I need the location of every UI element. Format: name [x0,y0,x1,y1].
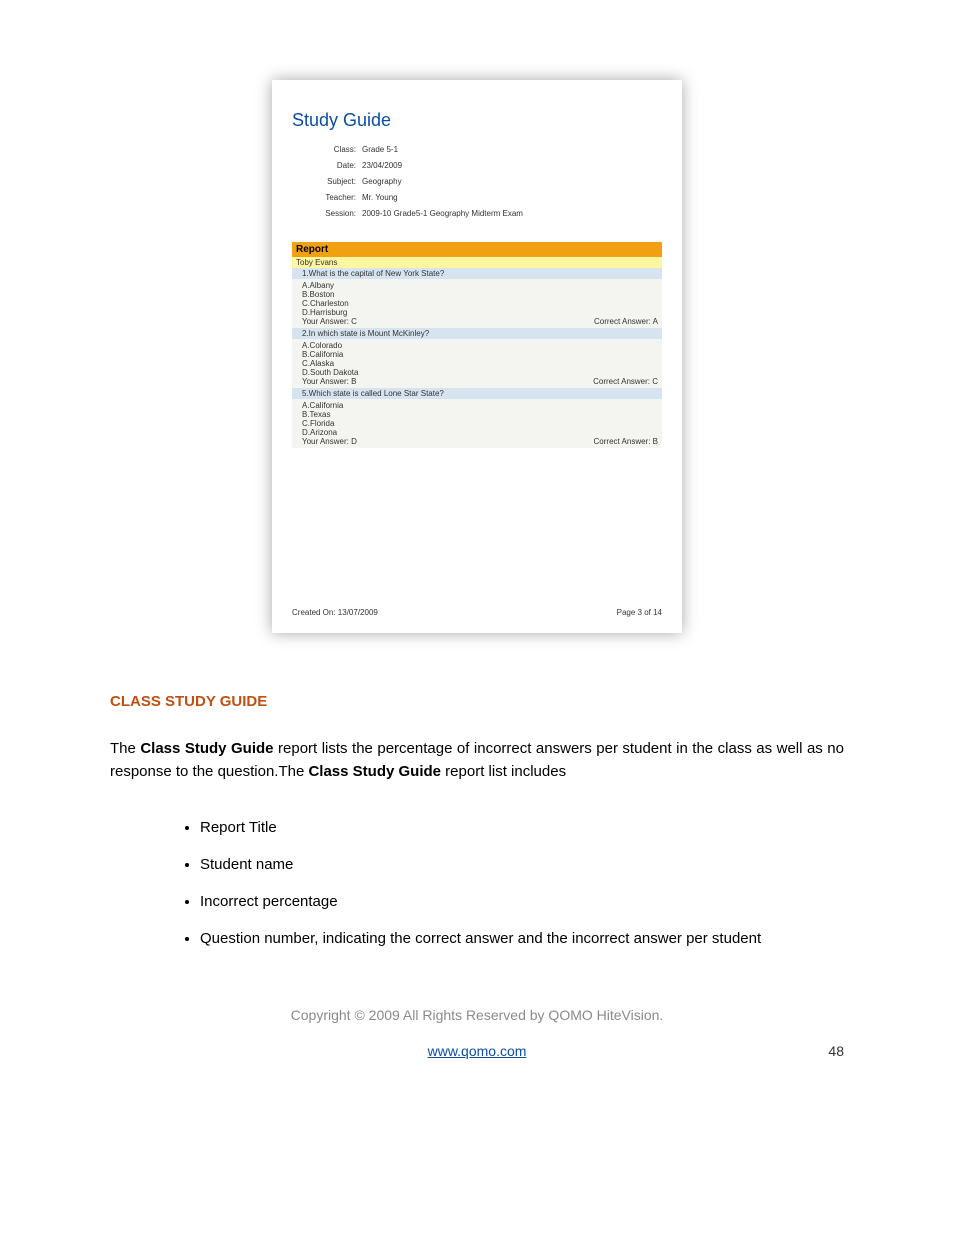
bullet-item: Incorrect percentage [200,893,844,910]
meta-value: 23/04/2009 [362,161,402,170]
meta-label: Subject: [306,177,362,186]
question-block-1: 1.What is the capital of New York State?… [292,268,662,328]
meta-value: 2009-10 Grade5-1 Geography Midterm Exam [362,209,523,218]
answer-footer: Your Answer: C Correct Answer: A [302,317,658,326]
meta-value: Geography [362,177,402,186]
study-guide-report-preview: Study Guide Class: Grade 5-1 Date: 23/04… [272,80,682,633]
option-d: D.Harrisburg [302,308,658,317]
meta-row-date: Date: 23/04/2009 [306,161,662,170]
meta-row-class: Class: Grade 5-1 [306,145,662,154]
answer-footer: Your Answer: B Correct Answer: C [302,377,658,386]
option-d: D.Arizona [302,428,658,437]
document-page: Study Guide Class: Grade 5-1 Date: 23/04… [0,0,954,1109]
your-answer: Your Answer: D [302,437,357,446]
option-b: B.Boston [302,290,658,299]
page-of: Page 3 of 14 [617,608,662,617]
answer-footer: Your Answer: D Correct Answer: B [302,437,658,446]
meta-row-teacher: Teacher: Mr. Young [306,193,662,202]
bullet-item: Question number, indicating the correct … [200,930,844,947]
text-segment: report list includes [441,763,566,780]
meta-value: Mr. Young [362,193,398,202]
bullet-item: Student name [200,856,844,873]
website-link[interactable]: www.qomo.com [428,1043,527,1059]
report-header: Report [292,242,662,257]
text-segment: The [110,740,140,757]
meta-row-session: Session: 2009-10 Grade5-1 Geography Midt… [306,209,662,218]
question-text: 1.What is the capital of New York State? [292,268,662,279]
page-number: 48 [828,1043,844,1059]
meta-label: Teacher: [306,193,362,202]
footer-row: www.qomo.com 48 [110,1043,844,1059]
meta-row-subject: Subject: Geography [306,177,662,186]
body-paragraph: The Class Study Guide report lists the p… [110,738,844,783]
meta-label: Class: [306,145,362,154]
option-b: B.California [302,350,658,359]
option-c: C.Charleston [302,299,658,308]
report-meta: Class: Grade 5-1 Date: 23/04/2009 Subjec… [306,145,662,218]
answer-block: A.Colorado B.California C.Alaska D.South… [292,339,662,388]
meta-value: Grade 5-1 [362,145,398,154]
bullet-item: Report Title [200,819,844,836]
answer-block: A.Albany B.Boston C.Charleston D.Harrisb… [292,279,662,328]
option-b: B.Texas [302,410,658,419]
option-c: C.Alaska [302,359,658,368]
copyright-footer: Copyright © 2009 All Rights Reserved by … [110,1007,844,1023]
question-block-2: 2.In which state is Mount McKinley? A.Co… [292,328,662,388]
question-block-3: 5.Which state is called Lone Star State?… [292,388,662,448]
meta-label: Session: [306,209,362,218]
answer-block: A.California B.Texas C.Florida D.Arizona… [292,399,662,448]
created-on: Created On: 13/07/2009 [292,608,378,617]
your-answer: Your Answer: C [302,317,357,326]
report-title: Study Guide [292,110,662,131]
bold-term: Class Study Guide [140,740,273,757]
correct-answer: Correct Answer: B [594,437,658,446]
option-a: A.Albany [302,281,658,290]
option-d: D.South Dakota [302,368,658,377]
report-footer: Created On: 13/07/2009 Page 3 of 14 [292,608,662,617]
option-a: A.Colorado [302,341,658,350]
question-text: 5.Which state is called Lone Star State? [292,388,662,399]
option-c: C.Florida [302,419,658,428]
option-a: A.California [302,401,658,410]
correct-answer: Correct Answer: C [593,377,658,386]
your-answer: Your Answer: B [302,377,356,386]
bold-term: Class Study Guide [308,763,441,780]
meta-label: Date: [306,161,362,170]
correct-answer: Correct Answer: A [594,317,658,326]
student-name-row: Toby Evans [292,257,662,268]
bullet-list: Report Title Student name Incorrect perc… [110,819,844,947]
section-heading: CLASS STUDY GUIDE [110,693,844,710]
question-text: 2.In which state is Mount McKinley? [292,328,662,339]
